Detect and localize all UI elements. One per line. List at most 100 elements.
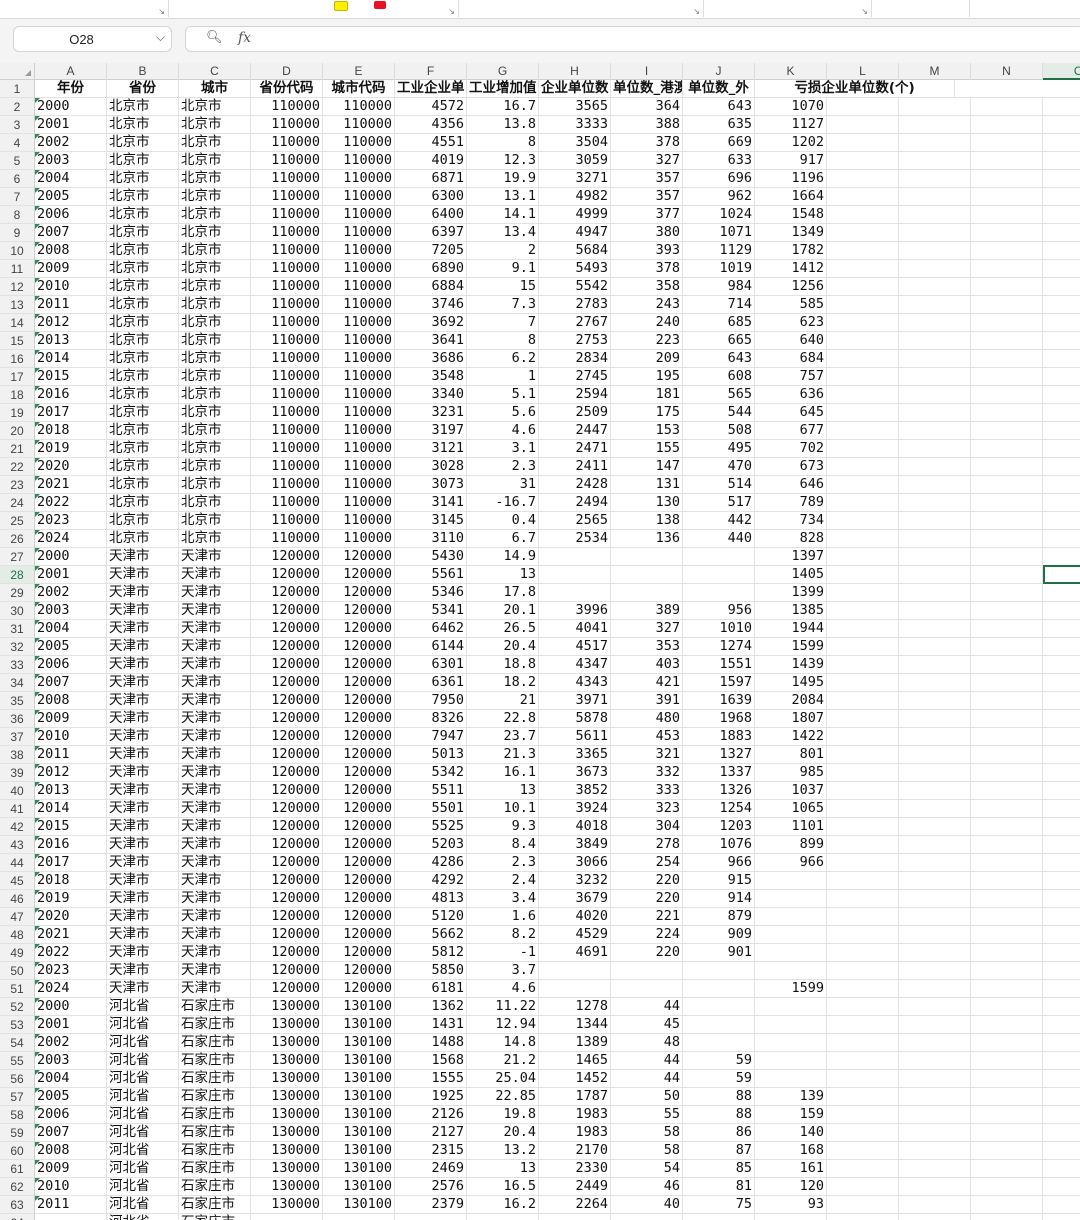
table-cell[interactable]: 北京市 xyxy=(179,368,251,385)
table-cell[interactable] xyxy=(971,494,1043,511)
table-cell[interactable]: 河北省 xyxy=(107,1088,179,1105)
table-cell[interactable]: 5561 xyxy=(395,566,467,583)
table-cell[interactable] xyxy=(899,440,971,457)
table-cell[interactable]: 4292 xyxy=(395,872,467,889)
table-cell[interactable] xyxy=(899,692,971,709)
table-cell[interactable]: 130100 xyxy=(323,1016,395,1033)
table-cell[interactable]: 110000 xyxy=(323,512,395,529)
table-cell[interactable] xyxy=(683,962,755,979)
table-cell[interactable]: 327 xyxy=(611,620,683,637)
table-cell[interactable]: 120000 xyxy=(323,818,395,835)
table-cell[interactable]: 石家庄市 xyxy=(179,1034,251,1051)
table-cell[interactable]: 5341 xyxy=(395,602,467,619)
table-cell[interactable] xyxy=(971,332,1043,349)
table-cell[interactable] xyxy=(971,206,1043,223)
table-cell[interactable] xyxy=(971,116,1043,133)
table-cell[interactable] xyxy=(899,386,971,403)
table-cell[interactable] xyxy=(971,980,1043,997)
table-cell[interactable] xyxy=(971,260,1043,277)
table-cell[interactable]: 378 xyxy=(611,134,683,151)
row-header[interactable]: 19 xyxy=(0,404,34,422)
table-cell[interactable] xyxy=(1043,386,1080,403)
table-cell[interactable]: 130100 xyxy=(323,1088,395,1105)
table-cell[interactable]: 16.7 xyxy=(467,98,539,115)
table-cell[interactable]: 48 xyxy=(611,1034,683,1051)
table-cell[interactable]: 442 xyxy=(683,512,755,529)
table-cell[interactable]: 130000 xyxy=(251,1088,323,1105)
table-cell[interactable]: 46 xyxy=(611,1178,683,1195)
table-cell[interactable]: 2.3 xyxy=(467,854,539,871)
table-cell[interactable]: 110000 xyxy=(251,134,323,151)
table-cell[interactable]: 1.6 xyxy=(467,908,539,925)
table-cell[interactable]: 21 xyxy=(467,692,539,709)
table-cell[interactable]: 909 xyxy=(683,926,755,943)
row-header[interactable]: 56 xyxy=(0,1070,34,1088)
header-cell[interactable]: 工业企业单 xyxy=(395,80,467,97)
table-cell[interactable] xyxy=(1043,170,1080,187)
table-cell[interactable]: 120000 xyxy=(323,638,395,655)
table-cell[interactable]: 天津市 xyxy=(107,818,179,835)
table-cell[interactable]: 1274 xyxy=(683,638,755,655)
table-cell[interactable] xyxy=(971,1124,1043,1141)
table-cell[interactable] xyxy=(1043,458,1080,475)
table-cell[interactable] xyxy=(1043,548,1080,565)
table-cell[interactable]: 3059 xyxy=(539,152,611,169)
table-cell[interactable]: 3141 xyxy=(395,494,467,511)
table-cell[interactable] xyxy=(1043,854,1080,871)
table-cell[interactable]: 332 xyxy=(611,764,683,781)
table-cell[interactable]: 天津市 xyxy=(107,854,179,871)
table-cell[interactable]: 702 xyxy=(755,440,827,457)
table-cell[interactable] xyxy=(1043,224,1080,241)
table-cell[interactable]: 25.04 xyxy=(467,1070,539,1087)
table-cell[interactable] xyxy=(899,800,971,817)
table-cell[interactable]: 3692 xyxy=(395,314,467,331)
table-cell[interactable] xyxy=(827,530,899,547)
table-cell[interactable]: 5525 xyxy=(395,818,467,835)
table-cell[interactable]: 北京市 xyxy=(107,206,179,223)
table-cell[interactable]: 北京市 xyxy=(107,368,179,385)
table-cell[interactable] xyxy=(755,890,827,907)
row-header[interactable]: 62 xyxy=(0,1178,34,1196)
table-cell[interactable] xyxy=(1043,998,1080,1015)
header-cell[interactable]: 城市代码 xyxy=(323,80,395,97)
table-cell[interactable]: 3641 xyxy=(395,332,467,349)
table-cell[interactable]: 13 xyxy=(467,566,539,583)
table-cell[interactable] xyxy=(899,332,971,349)
table-cell[interactable]: 195 xyxy=(611,368,683,385)
table-cell[interactable] xyxy=(971,926,1043,943)
table-cell[interactable] xyxy=(1043,494,1080,511)
table-cell[interactable]: 153 xyxy=(611,422,683,439)
table-cell[interactable]: 636 xyxy=(755,386,827,403)
table-cell[interactable] xyxy=(899,368,971,385)
table-cell[interactable]: 1389 xyxy=(539,1034,611,1051)
table-cell[interactable]: 565 xyxy=(683,386,755,403)
table-cell[interactable] xyxy=(971,710,1043,727)
table-cell[interactable]: 1422 xyxy=(755,728,827,745)
table-cell[interactable]: 120000 xyxy=(323,872,395,889)
table-cell[interactable] xyxy=(899,1070,971,1087)
table-cell[interactable]: 388 xyxy=(611,116,683,133)
table-cell[interactable]: 585 xyxy=(755,296,827,313)
table-cell[interactable] xyxy=(971,530,1043,547)
table-cell[interactable]: 120000 xyxy=(323,980,395,997)
table-cell[interactable]: 河北省 xyxy=(107,1016,179,1033)
table-cell[interactable]: 120000 xyxy=(323,782,395,799)
table-cell[interactable] xyxy=(899,620,971,637)
table-cell[interactable] xyxy=(827,980,899,997)
table-cell[interactable] xyxy=(1043,260,1080,277)
table-cell[interactable] xyxy=(971,188,1043,205)
table-cell[interactable]: 1883 xyxy=(683,728,755,745)
name-box[interactable]: O28 ⌵ xyxy=(13,26,172,52)
table-cell[interactable]: 2002 xyxy=(35,1034,107,1051)
column-header-b[interactable]: B xyxy=(107,63,179,80)
table-cell[interactable]: 2469 xyxy=(395,1160,467,1177)
table-cell[interactable]: 254 xyxy=(611,854,683,871)
column-header-o[interactable]: O xyxy=(1043,63,1080,80)
table-cell[interactable] xyxy=(1043,1124,1080,1141)
column-header-m[interactable]: M xyxy=(899,63,971,80)
table-cell[interactable] xyxy=(971,638,1043,655)
table-cell[interactable] xyxy=(1043,800,1080,817)
table-cell[interactable] xyxy=(899,602,971,619)
table-cell[interactable]: 河北省 xyxy=(107,1196,179,1213)
table-cell[interactable]: 天津市 xyxy=(179,566,251,583)
